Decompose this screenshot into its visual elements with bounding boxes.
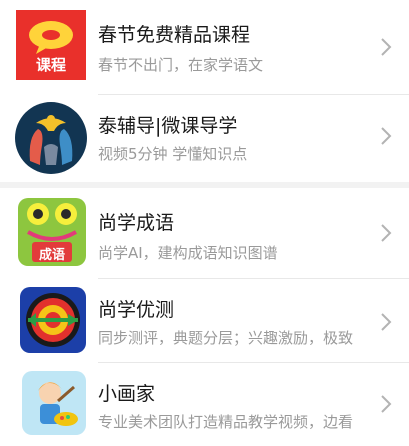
item-subtitle: 尚学AI，建构成语知识图谱: [98, 244, 278, 262]
chevron-right-icon: [381, 38, 392, 56]
chevron-right-icon: [381, 395, 392, 413]
list-item-chunjie[interactable]: 课程 春节免费精品课程 春节不出门，在家学语文: [0, 0, 409, 90]
chevron-right-icon: [381, 313, 392, 331]
item-subtitle: 视频5分钟 学懂知识点: [98, 145, 248, 163]
item-title: 春节免费精品课程: [98, 24, 251, 46]
item-subtitle: 专业美术团队打造精品教学视频，边看: [98, 413, 354, 431]
list-item-shangxue-chengyu[interactable]: 成语 尚学成语 尚学AI，建构成语知识图谱: [0, 190, 409, 278]
target-arrow-icon: [20, 287, 86, 353]
section-separator: [0, 182, 409, 188]
item-title: 泰辅导|微课导学: [98, 115, 238, 137]
dove-hands-icon: [14, 101, 88, 175]
item-subtitle: 春节不出门，在家学语文: [98, 56, 264, 74]
chevron-right-icon: [381, 127, 392, 145]
mini-program-list: 课程 春节免费精品课程 春节不出门，在家学语文 泰辅导|微课导学 视频5分钟 学…: [0, 0, 409, 446]
item-subtitle: 同步测评，典题分层；兴趣激励，极致: [98, 329, 354, 347]
list-item-xiaohuajia[interactable]: 小画家 专业美术团队打造精品教学视频，边看: [0, 363, 409, 446]
red-chat-bubble-icon: 课程: [16, 10, 86, 80]
icon-label: 成语: [38, 248, 65, 263]
list-item-shangxue-youce[interactable]: 尚学优测 同步测评，典题分层；兴趣激励，极致: [0, 279, 409, 363]
item-title: 小画家: [98, 383, 156, 405]
icon-label: 课程: [35, 56, 66, 74]
chevron-right-icon: [381, 224, 392, 242]
item-title: 尚学优测: [98, 299, 175, 321]
frog-idiom-icon: 成语: [18, 198, 86, 266]
list-item-taifudao[interactable]: 泰辅导|微课导学 视频5分钟 学懂知识点: [0, 95, 409, 185]
painter-boy-icon: [22, 371, 86, 435]
item-title: 尚学成语: [98, 212, 175, 234]
